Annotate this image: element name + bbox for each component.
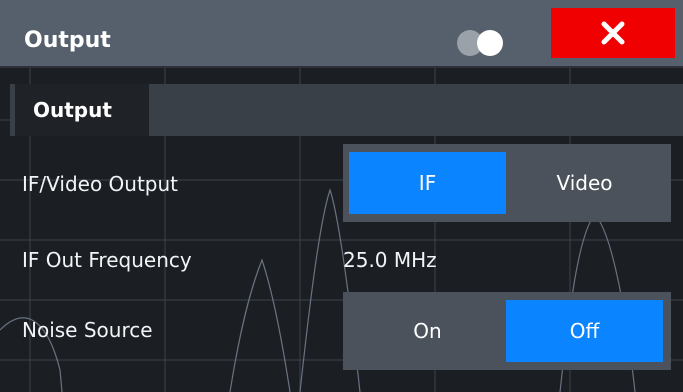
tab-bar: Output [10, 84, 683, 136]
if-out-frequency-label: IF Out Frequency [22, 248, 192, 272]
if-video-output-toggle: IF Video [343, 144, 671, 222]
tab-output-label: Output [33, 98, 112, 122]
video-option-button[interactable]: Video [506, 152, 663, 214]
if-out-frequency-value[interactable]: 25.0 MHz [343, 248, 437, 272]
close-button[interactable] [551, 8, 675, 58]
display-toggle-icon[interactable] [452, 26, 512, 60]
noise-source-label: Noise Source [22, 318, 153, 342]
dialog-titlebar: Output [0, 0, 683, 68]
noise-off-button[interactable]: Off [506, 300, 663, 362]
tab-output[interactable]: Output [15, 84, 149, 136]
if-video-output-label: IF/Video Output [22, 172, 179, 196]
noise-source-toggle: On Off [343, 292, 671, 370]
if-option-button[interactable]: IF [349, 152, 506, 214]
dialog-title: Output [24, 28, 111, 53]
noise-on-button[interactable]: On [349, 300, 506, 362]
close-icon [601, 21, 625, 45]
